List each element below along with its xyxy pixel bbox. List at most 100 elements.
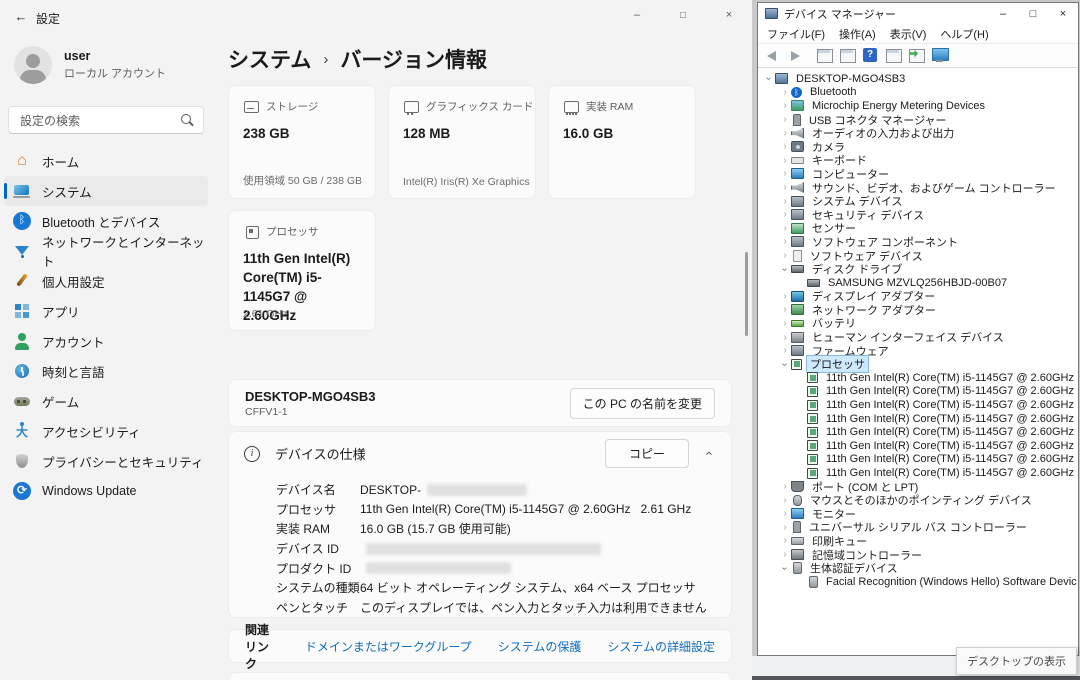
settings-window-title: 設定 [36,10,60,27]
expander-icon[interactable] [779,304,791,315]
console-tree-button[interactable] [815,47,835,65]
expander-icon[interactable] [779,332,791,343]
sidebar-item[interactable]: プライバシーとセキュリティ [4,446,208,476]
tree-item[interactable]: 11th Gen Intel(R) Core(TM) i5-1145G7 @ 2… [759,398,1077,412]
minimize-button[interactable]: – [614,0,660,30]
tree-item[interactable]: セキュリティ デバイス [759,208,1077,222]
back-button[interactable] [763,47,783,65]
expander-icon[interactable] [779,563,791,574]
expander-icon[interactable] [779,114,791,125]
tree-item[interactable]: 11th Gen Intel(R) Core(TM) i5-1145G7 @ 2… [759,425,1077,439]
forward-button[interactable] [786,47,806,65]
menu-item[interactable]: 操作(A) [832,26,883,42]
expander-icon[interactable] [779,359,791,370]
sidebar-item[interactable]: アクセシビリティ [4,416,208,446]
tree-item[interactable]: キーボード [759,154,1077,168]
tree-item[interactable]: ディスク ドライブ [759,262,1077,276]
tree-item[interactable]: 11th Gen Intel(R) Core(TM) i5-1145G7 @ 2… [759,439,1077,453]
help-button[interactable] [861,47,881,65]
expander-icon[interactable] [779,345,791,356]
tree-item-label: プロセッサ [807,356,868,372]
expander-icon[interactable] [779,100,791,111]
close-button[interactable]: × [1048,4,1078,24]
expander-icon[interactable] [779,223,791,234]
sidebar-item[interactable]: システム [4,176,208,206]
tree-item[interactable]: 11th Gen Intel(R) Core(TM) i5-1145G7 @ 2… [759,371,1077,385]
action-pane-button[interactable] [884,47,904,65]
expander-icon[interactable] [779,535,791,546]
related-link[interactable]: システムの保護 [498,638,582,655]
device-manager-titlebar: デバイス マネージャー – □ × [758,3,1078,24]
show-desktop-tooltip: デスクトップの表示 [956,647,1077,675]
sidebar-item[interactable]: アカウント [4,326,208,356]
sidebar-item[interactable]: 時刻と言語 [4,356,208,386]
tree-item[interactable]: ネットワーク アダプター [759,303,1077,317]
scrollbar-thumb[interactable] [745,252,748,336]
expander-icon[interactable] [779,318,791,329]
maximize-button[interactable]: □ [1018,4,1048,24]
expander-icon[interactable] [779,481,791,492]
tree-item[interactable]: DESKTOP-MGO4SB3 [759,72,1077,86]
expander-icon[interactable] [779,196,791,207]
sidebar-item[interactable]: ゲーム [4,386,208,416]
expander-icon[interactable] [779,168,791,179]
tree-item[interactable]: ユニバーサル シリアル バス コントローラー [759,521,1077,535]
tree-item[interactable]: Facial Recognition (Windows Hello) Softw… [759,575,1077,589]
related-link[interactable]: ドメインまたはワークグループ [305,638,472,655]
spec-row: 実装 RAM 16.0 GB (15.7 GB 使用可能) [276,519,731,539]
expander-icon[interactable] [779,250,791,261]
menu-item[interactable]: ヘルプ(H) [933,26,995,42]
tree-item[interactable]: カメラ [759,140,1077,154]
close-button[interactable]: × [706,0,752,30]
back-icon[interactable] [12,8,30,26]
expander-icon[interactable] [779,155,791,166]
minimize-button[interactable]: – [988,4,1018,24]
expander-icon[interactable] [779,236,791,247]
copy-button[interactable]: コピー [605,439,689,468]
tree-item[interactable]: 11th Gen Intel(R) Core(TM) i5-1145G7 @ 2… [759,385,1077,399]
expander-icon[interactable] [779,209,791,220]
devices-view-button[interactable] [930,47,950,65]
menu-item[interactable]: 表示(V) [883,26,934,42]
tree-item[interactable]: 生体認証デバイス [759,561,1077,575]
expander-icon[interactable] [779,87,791,98]
expander-icon[interactable] [779,141,791,152]
sidebar-item[interactable]: Windows Update [4,476,208,506]
tree-item[interactable]: ソフトウェア デバイス [759,249,1077,263]
sidebar-item[interactable]: ホーム [4,146,208,176]
expander-icon[interactable] [779,264,791,275]
card-label: ストレージ [266,99,318,114]
tree-item[interactable]: 11th Gen Intel(R) Core(TM) i5-1145G7 @ 2… [759,412,1077,426]
sidebar-item[interactable]: 個人用設定 [4,266,208,296]
user-profile[interactable]: user ローカル アカウント [14,46,166,84]
breadcrumb-parent[interactable]: システム [228,44,311,74]
expander-icon[interactable] [779,495,791,506]
expander-icon[interactable] [779,522,791,533]
tree-item[interactable]: Bluetooth [759,86,1077,100]
scan-hardware-changes-button[interactable] [907,47,927,65]
menu-item[interactable]: ファイル(F) [760,26,832,42]
tree-item[interactable]: ヒューマン インターフェイス デバイス [759,330,1077,344]
expander-icon[interactable] [779,182,791,193]
tree-item[interactable]: プロセッサ [759,357,1077,371]
search-input[interactable]: 設定の検索 [8,106,204,134]
card-label: プロセッサ [266,224,319,239]
expander-icon[interactable] [779,128,791,139]
tree-item[interactable]: マウスとそのほかのポインティング デバイス [759,493,1077,507]
properties-button[interactable] [838,47,858,65]
related-link[interactable]: システムの詳細設定 [607,638,715,655]
sidebar-item[interactable]: アプリ [4,296,208,326]
rename-pc-button[interactable]: この PC の名前を変更 [570,388,715,419]
device-category-icon [807,386,818,397]
tree-item[interactable]: サウンド、ビデオ、およびゲーム コントローラー [759,181,1077,195]
collapse-chevron-icon[interactable] [697,446,719,461]
expander-icon[interactable] [779,549,791,560]
sidebar-item[interactable]: ネットワークとインターネット [4,236,208,266]
expander-icon[interactable] [763,73,775,84]
tree-item[interactable]: オーディオの入力および出力 [759,126,1077,140]
expander-icon[interactable] [779,291,791,302]
expander-icon[interactable] [779,508,791,519]
device-category-icon [791,141,804,152]
maximize-button[interactable]: □ [660,0,706,30]
tree-item[interactable]: 11th Gen Intel(R) Core(TM) i5-1145G7 @ 2… [759,453,1077,467]
